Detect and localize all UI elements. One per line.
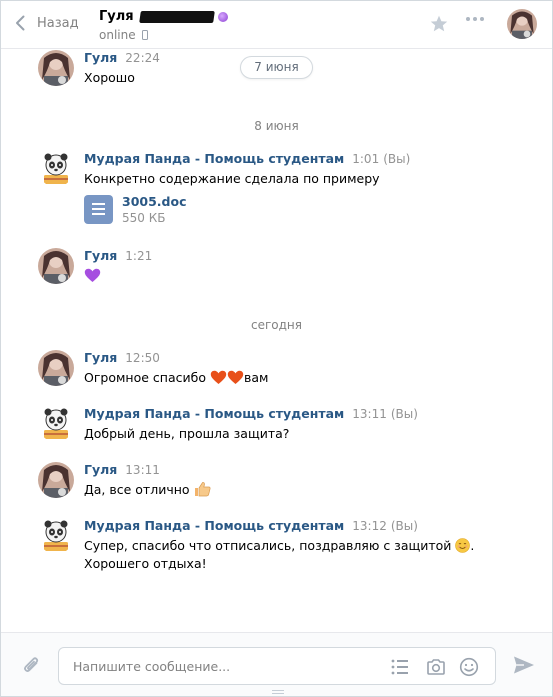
composer: Напишите сообщение... xyxy=(1,632,552,696)
message-author[interactable]: Гуля xyxy=(84,50,117,65)
message-author[interactable]: Гуля xyxy=(84,248,117,263)
avatar[interactable] xyxy=(38,462,74,498)
message-time[interactable]: 13:11 xyxy=(125,463,160,477)
orange-heart-icon xyxy=(227,370,244,384)
own-message-mark: (Вы) xyxy=(390,407,418,421)
own-message-mark: (Вы) xyxy=(383,152,411,166)
message-author[interactable]: Гуля xyxy=(84,350,117,365)
message-text-part: . xyxy=(470,538,475,553)
status-emoji-icon xyxy=(217,11,228,22)
message-text-part: вам xyxy=(243,370,269,385)
message-text-part: Супер, спасибо что отписались, поздравля… xyxy=(84,538,452,553)
message-time[interactable]: 12:50 xyxy=(125,351,160,365)
message-time[interactable]: 13:12 xyxy=(352,519,387,533)
peer-name: Гуля xyxy=(99,9,134,24)
more-icon[interactable] xyxy=(466,17,484,21)
redacted-surname xyxy=(138,10,215,23)
message-text xyxy=(84,267,524,285)
thumbs-up-icon xyxy=(194,482,210,497)
peer-status: online xyxy=(99,28,136,42)
message-text: Хорошо xyxy=(84,70,135,85)
star-icon[interactable] xyxy=(429,14,449,34)
message-time[interactable]: 1:21 xyxy=(125,249,152,263)
message-text-part: Огромное спасибо xyxy=(84,370,206,385)
message-text-part: Хорошего отдыха! xyxy=(84,556,207,571)
smile-icon[interactable] xyxy=(459,657,479,677)
avatar[interactable] xyxy=(38,406,74,442)
message-text: Конкретно содержание сделала по примеру xyxy=(84,171,380,186)
chevron-left-icon xyxy=(16,15,25,31)
message-time[interactable]: 13:11 xyxy=(352,407,387,421)
camera-icon[interactable] xyxy=(426,657,446,677)
date-separator: 8 июня xyxy=(254,119,299,133)
phone-icon xyxy=(141,30,148,40)
message-text: Огромное спасибо вам xyxy=(84,369,524,387)
purple-heart-icon xyxy=(84,268,101,282)
back-label: Назад xyxy=(37,15,79,31)
chat-header: Назад Гуля online xyxy=(1,1,552,49)
smiling-face-icon xyxy=(455,538,471,553)
message-text: Добрый день, прошла защита? xyxy=(84,426,290,441)
date-separator: сегодня xyxy=(251,318,302,332)
message-author[interactable]: Мудрая Панда - Помощь студентам xyxy=(84,406,344,421)
avatar[interactable] xyxy=(38,50,74,86)
message-text-part: Да, все отлично xyxy=(84,482,190,497)
message-author[interactable]: Мудрая Панда - Помощь студентам xyxy=(84,518,344,533)
document-size: 550 КБ xyxy=(122,211,166,225)
document-icon xyxy=(84,195,113,224)
message-author[interactable]: Мудрая Панда - Помощь студентам xyxy=(84,151,344,166)
avatar[interactable] xyxy=(38,151,74,187)
peer-avatar[interactable] xyxy=(507,9,537,39)
document-attachment[interactable]: 3005.doc 550 КБ xyxy=(84,194,524,225)
document-name[interactable]: 3005.doc xyxy=(122,194,186,209)
message-time[interactable]: 22:24 xyxy=(125,51,160,65)
list-icon[interactable] xyxy=(390,657,410,677)
back-button[interactable]: Назад xyxy=(15,15,79,31)
send-icon[interactable] xyxy=(513,655,535,675)
message-time[interactable]: 1:01 xyxy=(352,152,379,166)
orange-heart-icon xyxy=(210,370,227,384)
avatar[interactable] xyxy=(38,518,74,554)
chat-window: Назад Гуля online 7 июня Гуля 22:24 Хоро… xyxy=(0,0,553,697)
avatar[interactable] xyxy=(38,248,74,284)
avatar[interactable] xyxy=(38,350,74,386)
message-text: Да, все отлично xyxy=(84,481,524,499)
message-input[interactable]: Напишите сообщение... xyxy=(58,647,496,685)
paperclip-icon[interactable] xyxy=(21,655,43,677)
message-author[interactable]: Гуля xyxy=(84,462,117,477)
own-message-mark: (Вы) xyxy=(390,519,418,533)
message-history[interactable]: 7 июня Гуля 22:24 Хорошо 8 июня Мудрая П… xyxy=(1,49,552,632)
message-input-placeholder: Напишите сообщение... xyxy=(73,659,231,674)
resize-handle[interactable] xyxy=(272,690,284,694)
message-text: Супер, спасибо что отписались, поздравля… xyxy=(84,537,524,573)
peer-info[interactable]: Гуля online xyxy=(99,9,228,42)
